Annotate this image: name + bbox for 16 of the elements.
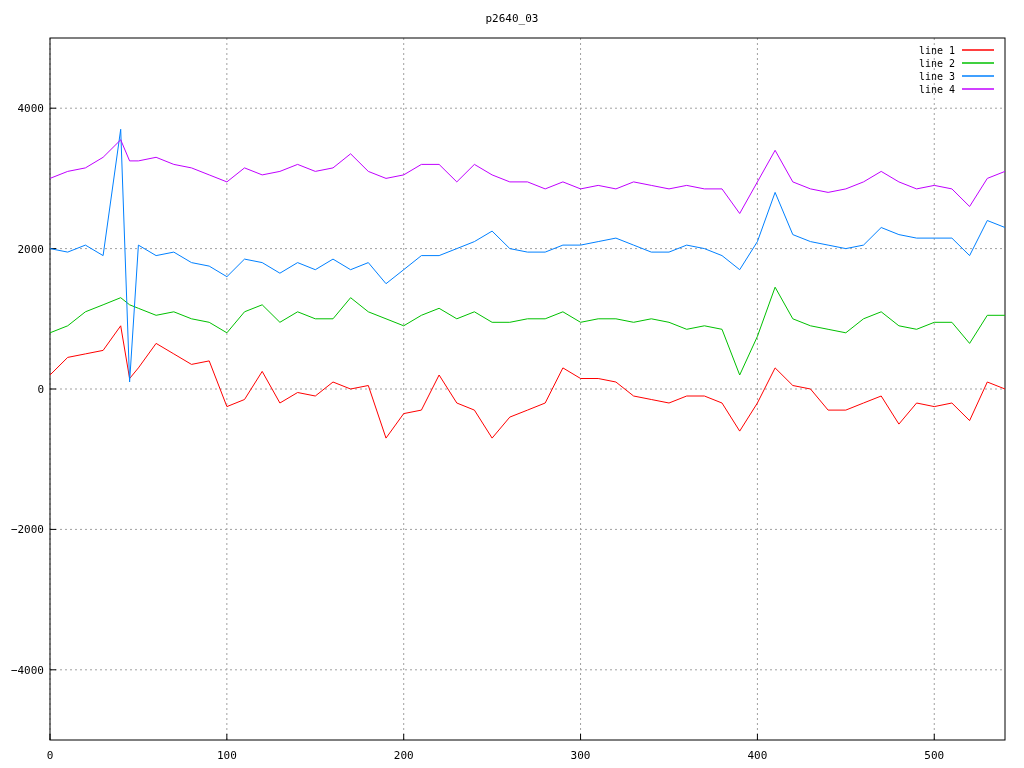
y-tick-label: 0 <box>37 383 44 396</box>
legend-label: line 4 <box>918 84 955 95</box>
chart-title: p2640_03 <box>485 12 539 25</box>
legend-label: line 2 <box>918 58 955 69</box>
x-tick-label: 400 <box>747 749 768 762</box>
legend-label: line 3 <box>918 71 955 82</box>
y-tick-label: 2000 <box>17 242 44 256</box>
x-tick-label: 500 <box>924 749 945 762</box>
x-tick-label: 100 <box>216 749 237 762</box>
legend-label: line 1 <box>918 45 955 56</box>
y-tick-label: −4000 <box>10 663 44 677</box>
x-tick-label: 200 <box>393 749 414 762</box>
x-tick-label: 0 <box>46 749 54 762</box>
y-tick-label: −2000 <box>10 523 44 537</box>
x-tick-label: 300 <box>570 749 591 762</box>
y-tick-label: 4000 <box>17 102 44 116</box>
